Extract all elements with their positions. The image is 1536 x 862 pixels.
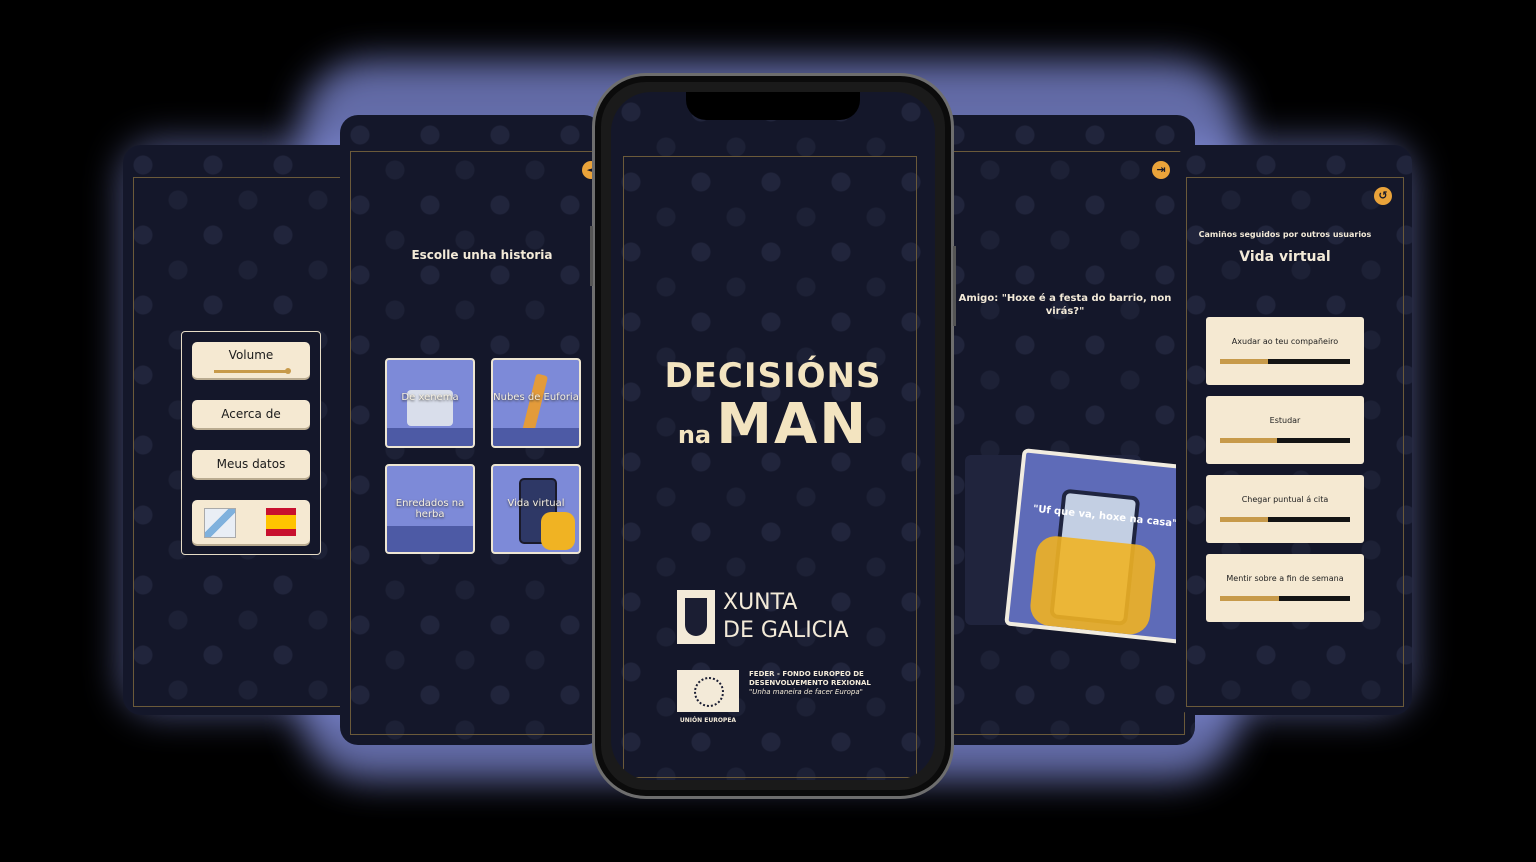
path-stat-fill [1220, 438, 1278, 443]
illustration-hand [1028, 534, 1158, 637]
path-stat-label: Chegar puntual á cita [1241, 495, 1329, 504]
side-button [953, 246, 956, 326]
eu-stars-icon [694, 677, 724, 707]
path-stat-fill [1220, 596, 1279, 601]
story-label: Enredados na herba [395, 498, 465, 520]
feder-line1: FEDER - FONDO EUROPEO DE [749, 670, 864, 678]
path-stat-label: Axudar ao teu compañeiro [1231, 337, 1339, 346]
xunta-line2: DE GALICIA [723, 618, 849, 643]
back-icon[interactable]: ↺ [1374, 187, 1392, 205]
story-label: De xenema [401, 392, 459, 403]
dialog-screen: ⇥ Amigo: "Hoxe é a festa do barrio, non … [935, 115, 1195, 745]
game-title-man: MAN [716, 392, 869, 457]
language-button [192, 500, 310, 544]
phone-notch [686, 92, 860, 120]
game-title-na: na [677, 421, 712, 449]
illustration-hand [541, 512, 575, 550]
path-stat-bar [1220, 438, 1350, 443]
feder-line2: DESENVOLVEMENTO REXIONAL [749, 679, 871, 687]
my-data-button[interactable]: Meus datos [192, 450, 310, 478]
paths-screen: ↺ Camiños seguidos por outros usuarios V… [1176, 145, 1412, 715]
xunta-line1: XUNTA [723, 590, 798, 615]
story-label: Vida virtual [507, 498, 565, 509]
eu-label: UNIÓN EUROPEA [679, 717, 737, 724]
stories-screen: ◄ Escolle unha historia De xenema Nubes … [340, 115, 602, 745]
volume-label: Volume [228, 348, 274, 362]
illustration-tube [521, 373, 549, 435]
path-stat-bar [1220, 359, 1350, 364]
path-stat-card: Mentir sobre a fin de semana [1206, 554, 1364, 622]
stories-title: Escolle unha historia [411, 248, 553, 262]
path-stat-card: Estudar [1206, 396, 1364, 464]
eu-flag [677, 670, 739, 712]
phone-screen: DECISIÓNS na MAN XUNTA DE GALICIA UNIÓN … [611, 92, 935, 780]
coat-of-arms-icon [685, 598, 707, 636]
path-stat-label: Mentir sobre a fin de semana [1226, 574, 1344, 583]
paths-subtitle: Camiños seguidos por outros usuarios [1198, 230, 1372, 239]
story-tile[interactable]: De xenema [385, 358, 475, 448]
path-stat-fill [1220, 359, 1269, 364]
path-stat-label: Estudar [1269, 416, 1301, 425]
story-tile[interactable]: Nubes de Euforia [491, 358, 581, 448]
xunta-logo [677, 590, 715, 644]
settings-panel: Volume Acerca de Meus datos [181, 331, 321, 555]
story-label: Nubes de Euforia [493, 392, 579, 403]
spanish-flag-icon[interactable] [266, 508, 296, 536]
story-tile[interactable]: Enredados na herba [385, 464, 475, 554]
screen-frame [935, 151, 1185, 735]
main-phone: DECISIÓNS na MAN XUNTA DE GALICIA UNIÓN … [590, 73, 956, 799]
game-title-line1: DECISIÓNS [664, 356, 882, 396]
settings-screen: Volume Acerca de Meus datos [123, 145, 368, 715]
galician-flag-icon[interactable] [204, 508, 236, 538]
path-stat-card: Chegar puntual á cita [1206, 475, 1364, 543]
about-button[interactable]: Acerca de [192, 400, 310, 428]
volume-button[interactable]: Volume [192, 342, 310, 378]
feder-slogan: "Unha maneira de facer Europa" [749, 688, 863, 696]
dialog-speech: Amigo: "Hoxe é a festa do barrio, non vi… [958, 293, 1172, 317]
path-stat-bar [1220, 517, 1350, 522]
path-stat-card: Axudar ao teu compañeiro [1206, 317, 1364, 385]
volume-slider-handle[interactable] [285, 368, 291, 374]
paths-title: Vida virtual [1239, 249, 1331, 265]
side-button [590, 226, 593, 286]
volume-slider[interactable] [214, 368, 291, 374]
path-stat-fill [1220, 517, 1269, 522]
choice-card[interactable]: "Uf que va, hoxe na casa" [1004, 448, 1195, 644]
story-tile[interactable]: Vida virtual [491, 464, 581, 554]
path-stat-bar [1220, 596, 1350, 601]
exit-icon[interactable]: ⇥ [1152, 161, 1170, 179]
